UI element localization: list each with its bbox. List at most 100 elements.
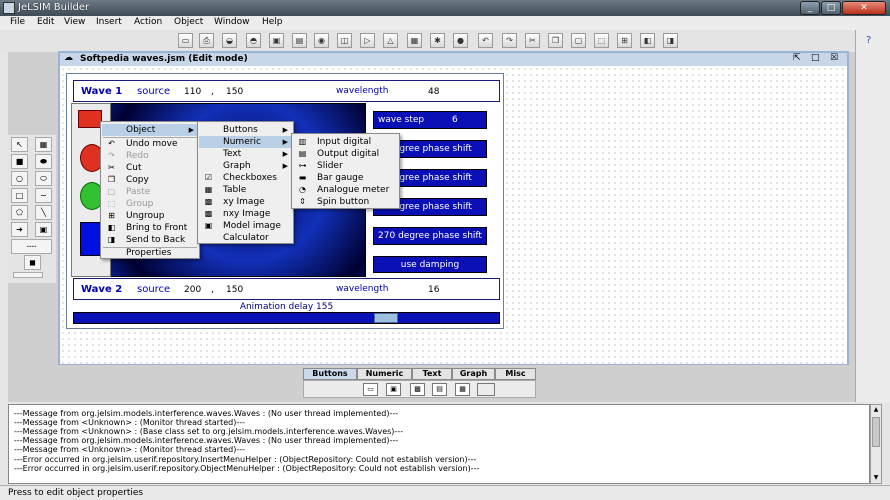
- context-item-redo[interactable]: ↷ Redo: [102, 150, 198, 162]
- wave2-x[interactable]: 200: [184, 285, 201, 295]
- pointer-tool-icon[interactable]: ↖: [11, 137, 28, 152]
- polygon-tool-icon[interactable]: ⬠: [11, 205, 28, 220]
- context-item-back[interactable]: ◨ Send to Back: [102, 234, 198, 246]
- menu-action[interactable]: Action: [134, 17, 162, 27]
- numeric-bar-gauge[interactable]: ▬ Bar gauge: [293, 172, 398, 184]
- globe-icon[interactable]: ●: [453, 33, 468, 48]
- copy-icon[interactable]: ❐: [548, 33, 563, 48]
- submenu-calculator[interactable]: Calculator: [199, 232, 292, 244]
- numeric-slider[interactable]: ⊶ Slider: [293, 160, 398, 172]
- context-item-group[interactable]: ⬚ Group: [102, 198, 198, 210]
- tab-buttons[interactable]: Buttons: [303, 368, 357, 380]
- maximize-button[interactable]: □: [821, 1, 841, 15]
- group-icon[interactable]: ⬚: [594, 33, 609, 48]
- animation-delay-thumb[interactable]: [374, 313, 398, 323]
- palette-image-button-icon[interactable]: ▩: [410, 383, 425, 396]
- wave-step-button[interactable]: wave step 6: [373, 111, 487, 129]
- square-tool-icon[interactable]: □: [11, 188, 28, 203]
- context-item-undo[interactable]: ↶ Undo move: [102, 138, 198, 150]
- print-icon[interactable]: ⎙: [199, 33, 214, 48]
- line-width-icon[interactable]: [13, 272, 43, 278]
- new-file-icon[interactable]: ▭: [178, 33, 193, 48]
- submenu-buttons[interactable]: Buttons ▶: [199, 124, 292, 136]
- tab-graph[interactable]: Graph: [452, 368, 495, 380]
- bring-front-icon[interactable]: ◧: [640, 33, 655, 48]
- eject-icon[interactable]: △: [383, 33, 398, 48]
- submenu-xy-image[interactable]: ▩ xy Image: [199, 196, 292, 208]
- run-icon[interactable]: ▤: [292, 33, 307, 48]
- menu-object[interactable]: Object: [174, 17, 203, 27]
- marquee-tool-icon[interactable]: ┄┄: [11, 239, 52, 254]
- scroll-thumb[interactable]: [872, 417, 880, 447]
- context-item-properties[interactable]: Properties: [102, 247, 198, 259]
- oval-fill-tool-icon[interactable]: ⬬: [35, 154, 52, 169]
- wave2-wavelength[interactable]: 16: [428, 285, 439, 295]
- wave2-y[interactable]: 150: [226, 285, 243, 295]
- settings-icon[interactable]: ✱: [430, 33, 445, 48]
- submenu-table[interactable]: ▦ Table: [199, 184, 292, 196]
- line-tool-icon[interactable]: ╲: [35, 205, 52, 220]
- scroll-down-icon[interactable]: ▼: [872, 474, 880, 482]
- numeric-spin-button[interactable]: ⇕ Spin button: [293, 196, 398, 208]
- undo-icon[interactable]: ↶: [478, 33, 493, 48]
- submenu-graph[interactable]: Graph ▶: [199, 160, 292, 172]
- numeric-input-digital[interactable]: ▥ Input digital: [293, 136, 398, 148]
- wave1-wavelength[interactable]: 48: [428, 87, 439, 97]
- arrow-tool-icon[interactable]: ➜: [11, 222, 28, 237]
- wave1-y[interactable]: 150: [226, 87, 243, 97]
- tab-numeric[interactable]: Numeric: [357, 368, 412, 380]
- floppy-icon[interactable]: ▣: [269, 33, 284, 48]
- numeric-analogue-meter[interactable]: ◔ Analogue meter: [293, 184, 398, 196]
- ellipse-tool-icon[interactable]: ⬭: [35, 171, 52, 186]
- tab-misc[interactable]: Misc: [495, 368, 536, 380]
- model-icon[interactable]: ◫: [337, 33, 352, 48]
- frame-maximize-icon[interactable]: □: [811, 53, 820, 63]
- close-button[interactable]: ✕: [842, 1, 886, 15]
- numeric-output-digital[interactable]: ▤ Output digital: [293, 148, 398, 160]
- use-damping-button[interactable]: use damping: [373, 256, 487, 273]
- submenu-numeric[interactable]: Numeric ▶: [199, 136, 292, 148]
- redo-icon[interactable]: ↷: [502, 33, 517, 48]
- context-item-ungroup[interactable]: ⊞ Ungroup: [102, 210, 198, 222]
- context-item-front[interactable]: ◧ Bring to Front: [102, 222, 198, 234]
- palette-picture-icon[interactable]: ▦: [455, 383, 470, 396]
- menu-edit[interactable]: Edit: [37, 17, 54, 27]
- menu-file[interactable]: File: [10, 17, 25, 27]
- doc-icon[interactable]: ▷: [360, 33, 375, 48]
- phase-shift-270-button[interactable]: 270 degree phase shift: [373, 227, 487, 245]
- circle-tool-icon[interactable]: ○: [11, 171, 28, 186]
- ungroup-icon[interactable]: ⊞: [617, 33, 632, 48]
- save-icon[interactable]: ◓: [246, 33, 261, 48]
- context-item-paste[interactable]: ▢ Paste: [102, 186, 198, 198]
- help-icon[interactable]: ?: [866, 35, 871, 46]
- context-item-cut[interactable]: ✂ Cut: [102, 162, 198, 174]
- cut-icon[interactable]: ✂: [525, 33, 540, 48]
- tab-text[interactable]: Text: [412, 368, 452, 380]
- color-swatch-icon[interactable]: ◼: [24, 255, 41, 270]
- widget-tool-icon[interactable]: ▣: [35, 222, 52, 237]
- palette-doc-icon[interactable]: ▤: [432, 383, 447, 396]
- open-icon[interactable]: ◒: [222, 33, 237, 48]
- frame-restore-icon[interactable]: ⇱: [793, 53, 801, 63]
- wave1-x[interactable]: 110: [184, 87, 201, 97]
- submenu-model-image[interactable]: ▣ Model image: [199, 220, 292, 232]
- minimize-button[interactable]: _: [800, 1, 820, 15]
- send-back-icon[interactable]: ◨: [663, 33, 678, 48]
- palette-toggle-icon[interactable]: ▣: [386, 383, 401, 396]
- rect-tool-icon[interactable]: ■: [11, 154, 28, 169]
- image-tool-icon[interactable]: ▦: [35, 137, 52, 152]
- frame-close-icon[interactable]: ☒: [830, 53, 838, 63]
- image-icon[interactable]: ▦: [407, 33, 422, 48]
- console-output[interactable]: ---Message from org.jelsim.models.interf…: [8, 404, 870, 484]
- context-item-copy[interactable]: ❐ Copy: [102, 174, 198, 186]
- submenu-text[interactable]: Text ▶: [199, 148, 292, 160]
- menu-help[interactable]: Help: [262, 17, 283, 27]
- menu-window[interactable]: Window: [214, 17, 250, 27]
- animation-delay-slider[interactable]: [73, 312, 500, 324]
- red-swatch[interactable]: [78, 110, 102, 128]
- paste-icon[interactable]: ▢: [571, 33, 586, 48]
- stop-icon[interactable]: ◉: [314, 33, 329, 48]
- scroll-up-icon[interactable]: ▲: [872, 406, 880, 414]
- submenu-checkboxes[interactable]: ☑ Checkboxes: [199, 172, 292, 184]
- console-scrollbar[interactable]: ▲ ▼: [870, 404, 882, 484]
